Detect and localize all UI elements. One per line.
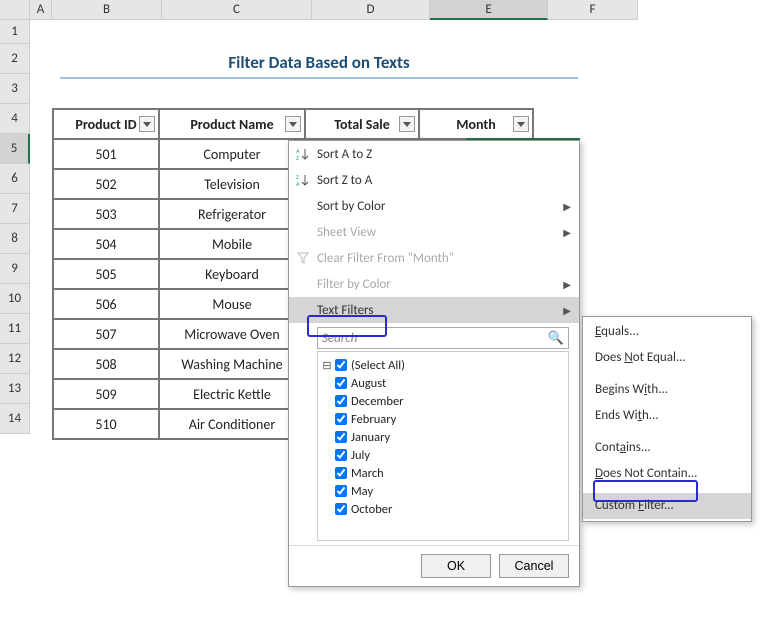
sheet-view: Sheet View▶ bbox=[289, 219, 579, 245]
row-headers: 1234567891011121314 bbox=[0, 20, 30, 434]
checkbox[interactable] bbox=[335, 485, 347, 497]
filter-btn-month[interactable] bbox=[513, 116, 529, 132]
filter-by-color: Filter by Color▶ bbox=[289, 271, 579, 297]
clear-filter: Clear Filter From "Month" bbox=[289, 245, 579, 271]
cell-id[interactable]: 502 bbox=[53, 169, 159, 199]
row-8[interactable]: 8 bbox=[0, 224, 30, 254]
checkbox[interactable] bbox=[335, 449, 347, 461]
col-D[interactable]: D bbox=[312, 0, 430, 20]
cell-name[interactable]: Refrigerator bbox=[159, 199, 305, 229]
cell-id[interactable]: 501 bbox=[53, 139, 159, 169]
sort-za[interactable]: ZASort Z to A bbox=[289, 167, 579, 193]
cell-name[interactable]: Keyboard bbox=[159, 259, 305, 289]
row-6[interactable]: 6 bbox=[0, 164, 30, 194]
column-headers: ABCDEF bbox=[0, 0, 638, 20]
begins-with[interactable]: Begins With... bbox=[583, 377, 751, 403]
cell-name[interactable]: Mouse bbox=[159, 289, 305, 319]
check-item[interactable]: January bbox=[322, 428, 564, 446]
cell-name[interactable]: Air Conditioner bbox=[159, 409, 305, 439]
col-A[interactable]: A bbox=[30, 0, 52, 20]
highlight-custom-filter bbox=[593, 480, 698, 502]
checkbox[interactable] bbox=[335, 467, 347, 479]
row-12[interactable]: 12 bbox=[0, 344, 30, 374]
ok-button[interactable]: OK bbox=[421, 554, 491, 578]
row-14[interactable]: 14 bbox=[0, 404, 30, 434]
cell-name[interactable]: Computer bbox=[159, 139, 305, 169]
cell-id[interactable]: 509 bbox=[53, 379, 159, 409]
filter-menu: AZSort A to Z ZASort Z to A Sort by Colo… bbox=[288, 140, 580, 587]
row-1[interactable]: 1 bbox=[0, 20, 30, 44]
highlight-text-filters bbox=[307, 315, 387, 337]
chevron-right-icon: ▶ bbox=[563, 226, 571, 239]
sort-az-icon: AZ bbox=[295, 146, 311, 162]
checkbox[interactable] bbox=[335, 503, 347, 515]
cell-name[interactable]: Electric Kettle bbox=[159, 379, 305, 409]
contains[interactable]: Contains... bbox=[583, 435, 751, 461]
row-7[interactable]: 7 bbox=[0, 194, 30, 224]
checkbox[interactable] bbox=[335, 359, 347, 371]
cell-id[interactable]: 504 bbox=[53, 229, 159, 259]
checkbox[interactable] bbox=[335, 413, 347, 425]
equals[interactable]: Equals... bbox=[583, 319, 751, 345]
check-item[interactable]: December bbox=[322, 392, 564, 410]
cell-id[interactable]: 505 bbox=[53, 259, 159, 289]
cell-id[interactable]: 510 bbox=[53, 409, 159, 439]
check-item[interactable]: August bbox=[322, 374, 564, 392]
svg-text:Z: Z bbox=[296, 154, 299, 161]
filter-buttons: OK Cancel bbox=[289, 545, 579, 586]
cell-id[interactable]: 503 bbox=[53, 199, 159, 229]
filter-btn-name[interactable] bbox=[285, 116, 301, 132]
header-product-name: Product Name bbox=[159, 109, 305, 139]
cell-id[interactable]: 507 bbox=[53, 319, 159, 349]
table-header-row: Product ID Product Name Total Sale Month bbox=[53, 109, 533, 139]
chevron-right-icon: ▶ bbox=[563, 278, 571, 291]
check-item[interactable]: October bbox=[322, 500, 564, 518]
sort-az[interactable]: AZSort A to Z bbox=[289, 141, 579, 167]
col-F[interactable]: F bbox=[548, 0, 638, 20]
page-title: Filter Data Based on Texts bbox=[60, 52, 578, 79]
not-equal[interactable]: Does Not Equal... bbox=[583, 345, 751, 371]
cell-id[interactable]: 506 bbox=[53, 289, 159, 319]
row-11[interactable]: 11 bbox=[0, 314, 30, 344]
check-item[interactable]: February bbox=[322, 410, 564, 428]
filter-checklist[interactable]: ⊟(Select All) August December February J… bbox=[317, 351, 569, 541]
row-2[interactable]: 2 bbox=[0, 44, 30, 74]
header-product-id: Product ID bbox=[53, 109, 159, 139]
cell-name[interactable]: Microwave Oven bbox=[159, 319, 305, 349]
check-item[interactable]: March bbox=[322, 464, 564, 482]
col-C[interactable]: C bbox=[162, 0, 312, 20]
checkbox[interactable] bbox=[335, 395, 347, 407]
row-9[interactable]: 9 bbox=[0, 254, 30, 284]
cell-name[interactable]: Washing Machine bbox=[159, 349, 305, 379]
row-10[interactable]: 10 bbox=[0, 284, 30, 314]
cell-name[interactable]: Television bbox=[159, 169, 305, 199]
sort-za-icon: ZA bbox=[295, 172, 311, 188]
header-total-sale: Total Sale bbox=[305, 109, 419, 139]
chevron-right-icon: ▶ bbox=[563, 304, 571, 317]
checkbox[interactable] bbox=[335, 377, 347, 389]
row-3[interactable]: 3 bbox=[0, 74, 30, 104]
row-5[interactable]: 5 bbox=[0, 134, 30, 164]
chevron-right-icon: ▶ bbox=[563, 200, 571, 213]
cell-name[interactable]: Mobile bbox=[159, 229, 305, 259]
filter-btn-sale[interactable] bbox=[399, 116, 415, 132]
svg-text:A: A bbox=[296, 180, 300, 187]
filter-btn-id[interactable] bbox=[139, 116, 155, 132]
check-item[interactable]: May bbox=[322, 482, 564, 500]
cancel-button[interactable]: Cancel bbox=[499, 554, 569, 578]
select-all-corner[interactable] bbox=[0, 0, 30, 20]
row-13[interactable]: 13 bbox=[0, 374, 30, 404]
row-4[interactable]: 4 bbox=[0, 104, 30, 134]
check-item[interactable]: ⊟(Select All) bbox=[322, 356, 564, 374]
col-E[interactable]: E bbox=[430, 0, 548, 20]
header-month: Month bbox=[419, 109, 533, 139]
col-B[interactable]: B bbox=[52, 0, 162, 20]
cell-id[interactable]: 508 bbox=[53, 349, 159, 379]
clear-filter-icon bbox=[295, 250, 311, 266]
sort-by-color[interactable]: Sort by Color▶ bbox=[289, 193, 579, 219]
checkbox[interactable] bbox=[335, 431, 347, 443]
check-item[interactable]: July bbox=[322, 446, 564, 464]
search-icon: 🔍 bbox=[548, 331, 564, 346]
ends-with[interactable]: Ends With... bbox=[583, 403, 751, 429]
